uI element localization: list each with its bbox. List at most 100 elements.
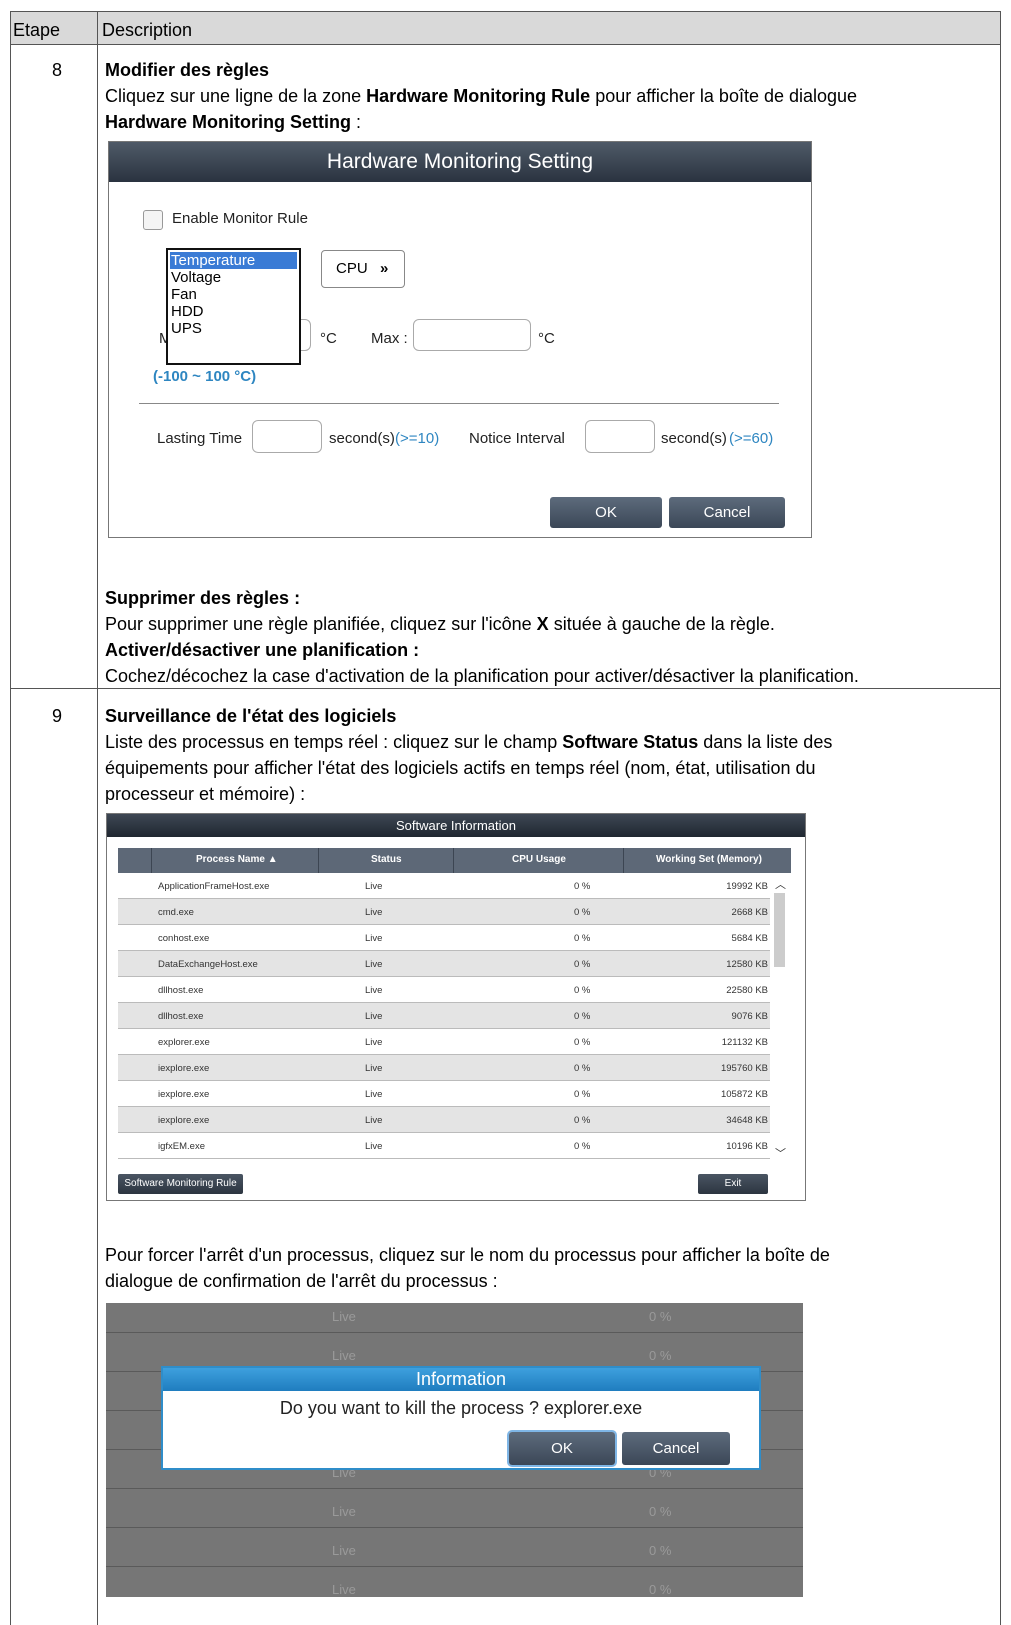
bg-cpu-cell: 0 %	[649, 1348, 672, 1363]
table-row[interactable]: explorer.exe Live 0 % 121132 KB	[118, 1029, 780, 1055]
exit-button[interactable]: Exit	[698, 1174, 768, 1194]
process-cpu-cell: 0 %	[574, 1063, 591, 1074]
process-name-cell[interactable]: ApplicationFrameHost.exe	[158, 881, 269, 892]
max-input[interactable]	[413, 319, 531, 351]
process-memory-cell: 5684 KB	[731, 933, 768, 944]
notice-interval-input[interactable]	[585, 420, 655, 453]
hardware-dialog-title: Hardware Monitoring Setting	[109, 142, 811, 182]
process-scrollbar[interactable]: ︿ ﹀	[770, 873, 791, 1164]
process-memory-cell: 34648 KB	[726, 1115, 768, 1126]
kill-confirm-message: Do you want to kill the process ? explor…	[279, 1398, 643, 1418]
process-memory-cell: 19992 KB	[726, 881, 768, 892]
step9-heading: Surveillance de l'état des logiciels	[105, 706, 397, 726]
process-cpu-cell: 0 %	[574, 933, 591, 944]
column-header-etape: Etape	[13, 20, 61, 40]
process-status-cell: Live	[365, 933, 383, 944]
table-row[interactable]: iexplore.exe Live 0 % 195760 KB	[118, 1055, 780, 1081]
column-header-description: Description	[102, 20, 193, 40]
table-row[interactable]: igfxEM.exe Live 0 % 10196 KB	[118, 1133, 780, 1159]
notice-interval-label: Notice Interval	[469, 430, 565, 447]
software-information-dialog: Software Information Process Name ▲ Stat…	[106, 813, 806, 1201]
kill-ok-button[interactable]: OK	[509, 1432, 615, 1465]
process-name-cell[interactable]: explorer.exe	[158, 1037, 210, 1048]
listbox-option-ups[interactable]: UPS	[170, 320, 297, 337]
row-divider	[106, 1488, 803, 1489]
process-cpu-cell: 0 %	[574, 907, 591, 918]
process-status-cell: Live	[365, 1037, 383, 1048]
table-row[interactable]: iexplore.exe Live 0 % 34648 KB	[118, 1107, 780, 1133]
scrollbar-thumb[interactable]	[774, 893, 785, 967]
process-table-header: Process Name ▲ Status CPU Usage Working …	[118, 848, 791, 873]
process-status-cell: Live	[365, 1063, 383, 1074]
process-cpu-cell: 0 %	[574, 959, 591, 970]
table-row[interactable]: cmd.exe Live 0 % 2668 KB	[118, 899, 780, 925]
delete-rules-text: Pour supprimer une règle planifiée, cliq…	[105, 614, 775, 634]
row-divider	[106, 1527, 803, 1528]
process-name-cell[interactable]: DataExchangeHost.exe	[158, 959, 258, 970]
listbox-option-fan[interactable]: Fan	[170, 286, 297, 303]
component-dropdown[interactable]: CPU »	[321, 250, 405, 288]
table-row[interactable]: dllhost.exe Live 0 % 9076 KB	[118, 1003, 780, 1029]
kill-cancel-button[interactable]: Cancel	[622, 1432, 730, 1465]
information-dialog: Information Do you want to kill the proc…	[161, 1366, 761, 1470]
bg-status-cell: Live	[332, 1309, 356, 1324]
process-cpu-cell: 0 %	[574, 1089, 591, 1100]
listbox-option-voltage[interactable]: Voltage	[170, 269, 297, 286]
table-row[interactable]: iexplore.exe Live 0 % 105872 KB	[118, 1081, 780, 1107]
table-row[interactable]: dllhost.exe Live 0 % 22580 KB	[118, 977, 780, 1003]
process-memory-cell: 10196 KB	[726, 1141, 768, 1152]
process-table: Process Name ▲ Status CPU Usage Working …	[118, 848, 791, 1164]
step9-text-line1: Liste des processus en temps réel : cliq…	[105, 732, 833, 752]
lasting-hint: (>=10)	[395, 430, 440, 447]
row-divider	[106, 1566, 803, 1567]
listbox-option-hdd[interactable]: HDD	[170, 303, 297, 320]
process-name-cell[interactable]: cmd.exe	[158, 907, 194, 918]
process-cpu-cell: 0 %	[574, 1141, 591, 1152]
table-row[interactable]: conhost.exe Live 0 % 5684 KB	[118, 925, 780, 951]
lasting-time-input[interactable]	[252, 420, 322, 453]
process-status-cell: Live	[365, 881, 383, 892]
monitor-type-listbox[interactable]: Temperature Voltage Fan HDD UPS	[166, 248, 301, 365]
process-name-cell[interactable]: iexplore.exe	[158, 1063, 209, 1074]
procedure-table: Etape Description 8 Modifier des règles …	[0, 0, 1011, 1625]
range-hint: (-100 ~ 100 °C)	[153, 368, 257, 385]
chevron-up-icon[interactable]: ︿	[775, 876, 786, 892]
process-name-cell[interactable]: dllhost.exe	[158, 985, 203, 996]
column-process-name[interactable]: Process Name ▲	[196, 854, 278, 865]
toggle-schedule-text: Cochez/décochez la case d'activation de …	[105, 666, 859, 686]
enable-monitor-label: Enable Monitor Rule	[172, 210, 308, 227]
process-name-cell[interactable]: dllhost.exe	[158, 1011, 203, 1022]
process-memory-cell: 22580 KB	[726, 985, 768, 996]
process-name-cell[interactable]: conhost.exe	[158, 933, 209, 944]
kill-process-text-line2: dialogue de confirmation de l'arrêt du p…	[105, 1271, 498, 1291]
table-row[interactable]: DataExchangeHost.exe Live 0 % 12580 KB	[118, 951, 780, 977]
step-number-8: 8	[52, 60, 63, 80]
kill-process-screenshot: Live 0 % Live 0 % Live 0 % Live 0 % Live 0 % Live 0…	[106, 1303, 803, 1597]
listbox-option-temperature[interactable]: Temperature	[170, 252, 297, 269]
column-working-set[interactable]: Working Set (Memory)	[656, 854, 762, 865]
bg-cpu-cell: 0 %	[649, 1309, 672, 1324]
process-name-cell[interactable]: iexplore.exe	[158, 1089, 209, 1100]
max-label: Max :	[371, 330, 408, 347]
process-name-cell[interactable]: iexplore.exe	[158, 1115, 209, 1126]
table-row[interactable]: ApplicationFrameHost.exe Live 0 % 19992 KB	[118, 873, 780, 899]
column-cpu-usage[interactable]: CPU Usage	[512, 854, 566, 865]
hardware-monitoring-dialog: Hardware Monitoring Setting Enable Monit…	[108, 141, 812, 538]
process-memory-cell: 105872 KB	[720, 1089, 768, 1100]
toggle-schedule-heading: Activer/désactiver une planification :	[105, 640, 420, 660]
process-memory-cell: 12580 KB	[726, 959, 768, 970]
bg-status-cell: Live	[332, 1582, 356, 1597]
hw-ok-button[interactable]: OK	[550, 497, 662, 528]
min-unit: °C	[320, 330, 337, 347]
process-status-cell: Live	[365, 1089, 383, 1100]
process-name-cell[interactable]: igfxEM.exe	[158, 1141, 205, 1152]
step9-text-line2: équipements pour afficher l'état des log…	[105, 758, 816, 778]
chevron-down-icon[interactable]: ﹀	[775, 1145, 786, 1161]
enable-monitor-checkbox[interactable]	[143, 210, 163, 230]
component-value: CPU	[336, 260, 368, 277]
column-status[interactable]: Status	[371, 854, 402, 865]
notice-unit: second(s)	[661, 430, 727, 447]
step-number-9: 9	[52, 706, 63, 726]
hw-cancel-button[interactable]: Cancel	[669, 497, 785, 528]
software-monitoring-rule-button[interactable]: Software Monitoring Rule	[118, 1174, 243, 1194]
